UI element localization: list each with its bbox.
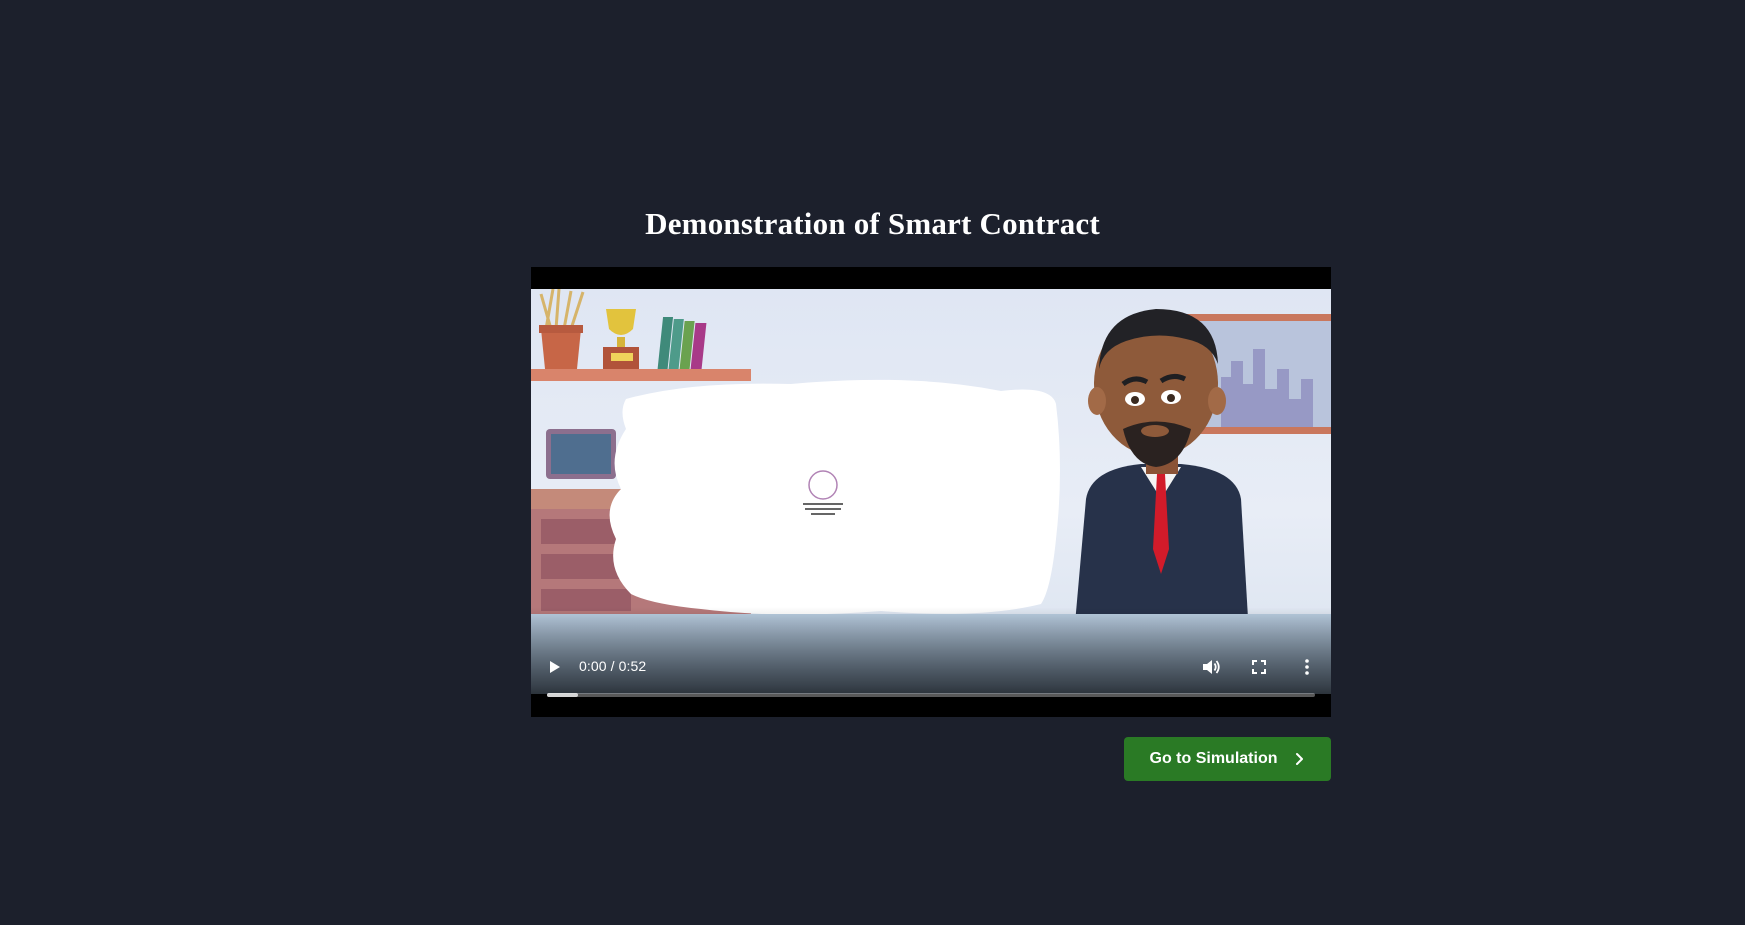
chevron-right-icon (1292, 752, 1306, 766)
volume-icon (1203, 660, 1220, 674)
time-separator: / (606, 658, 619, 674)
more-options-button[interactable] (1296, 656, 1318, 678)
fullscreen-button[interactable] (1248, 656, 1270, 678)
progress-buffered (547, 693, 578, 697)
play-button[interactable] (543, 656, 565, 678)
video-player[interactable]: 0:00 / 0:52 (531, 267, 1331, 717)
play-icon (550, 661, 560, 673)
plant-decoration (539, 289, 585, 369)
more-options-icon (1305, 659, 1309, 675)
page: Demonstration of Smart Contract 0:00 / 0… (0, 0, 1745, 925)
time-display: 0:00 / 0:52 (579, 658, 646, 674)
books-decoration (657, 317, 707, 369)
current-time: 0:00 (579, 658, 607, 674)
go-to-simulation-button[interactable]: Go to Simulation (1124, 737, 1331, 781)
volume-button[interactable] (1200, 656, 1222, 678)
fullscreen-icon (1252, 660, 1266, 674)
page-title: Demonstration of Smart Contract (645, 206, 1100, 241)
go-to-simulation-label: Go to Simulation (1149, 750, 1278, 767)
trophy-decoration (603, 309, 639, 369)
progress-bar[interactable] (547, 693, 1315, 697)
duration: 0:52 (618, 658, 647, 674)
